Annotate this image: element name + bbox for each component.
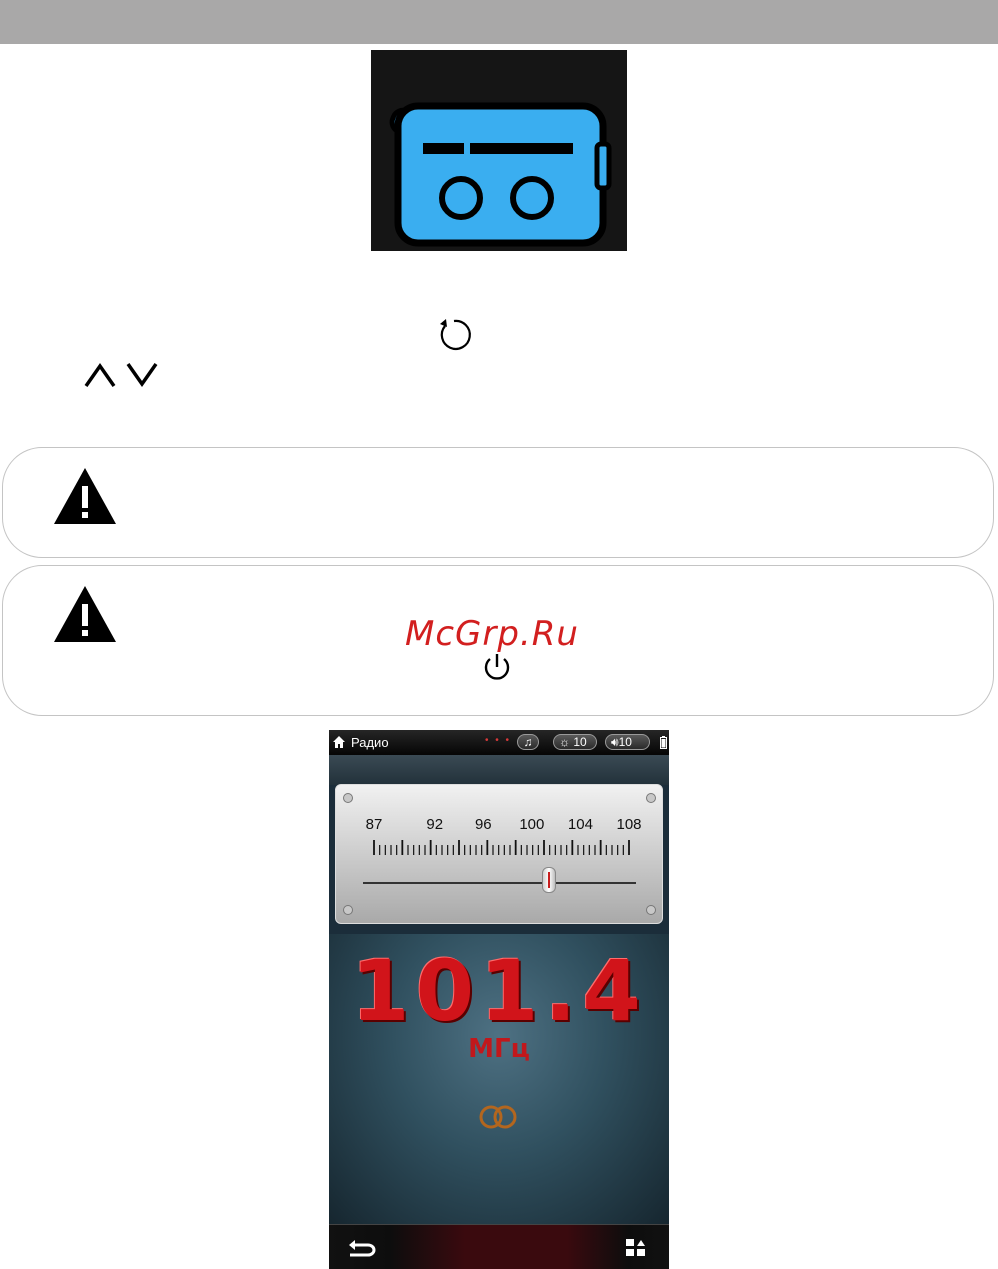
tuner-slider-handle[interactable] xyxy=(541,867,556,893)
back-icon[interactable] xyxy=(346,1237,376,1259)
chevron-up-icon xyxy=(82,360,118,390)
radio-app-icon xyxy=(371,50,627,251)
frequency-value: 101.4 xyxy=(351,942,647,1040)
header-bar xyxy=(0,0,998,44)
menu-grid-icon[interactable] xyxy=(625,1237,649,1259)
tuner-panel: 87 92 96 100 104 108 xyxy=(335,784,663,924)
home-icon[interactable] xyxy=(332,735,346,749)
app-title: Радио xyxy=(351,735,389,750)
frequency-display: 101.4 МГц xyxy=(329,934,669,1224)
volume-value: 10 xyxy=(618,735,632,749)
volume-indicator[interactable]: 🔊︎10 xyxy=(605,734,650,750)
warning-icon xyxy=(52,584,118,644)
status-bar: Радио • • • ♫ ☼ 10 🔊︎10 xyxy=(329,730,669,755)
chevron-down-icon xyxy=(124,360,160,390)
warning-box xyxy=(2,447,994,558)
tuner-scale-ticks xyxy=(373,840,630,855)
screw xyxy=(343,905,353,915)
brightness-indicator[interactable]: ☼ 10 xyxy=(553,734,597,750)
stereo-icon xyxy=(476,1104,520,1130)
bottom-bar xyxy=(329,1224,669,1269)
brightness-value: 10 xyxy=(573,735,587,749)
refresh-icon xyxy=(436,316,472,352)
music-button[interactable]: ♫ xyxy=(517,734,539,750)
tuner-track xyxy=(363,882,636,884)
frequency-unit: МГц xyxy=(468,1034,530,1064)
screw xyxy=(646,905,656,915)
watermark: McGrp.Ru xyxy=(405,614,579,654)
power-icon xyxy=(481,651,513,683)
battery-icon xyxy=(660,736,667,749)
device-screen: Радио • • • ♫ ☼ 10 🔊︎10 87 92 96 100 104… xyxy=(329,730,669,1269)
brightness-icon: ☼ xyxy=(559,735,570,749)
warning-icon xyxy=(52,466,118,526)
page-dots: • • • xyxy=(485,735,512,746)
speaker-icon: 🔊︎ xyxy=(611,735,619,749)
header-band xyxy=(329,755,669,785)
